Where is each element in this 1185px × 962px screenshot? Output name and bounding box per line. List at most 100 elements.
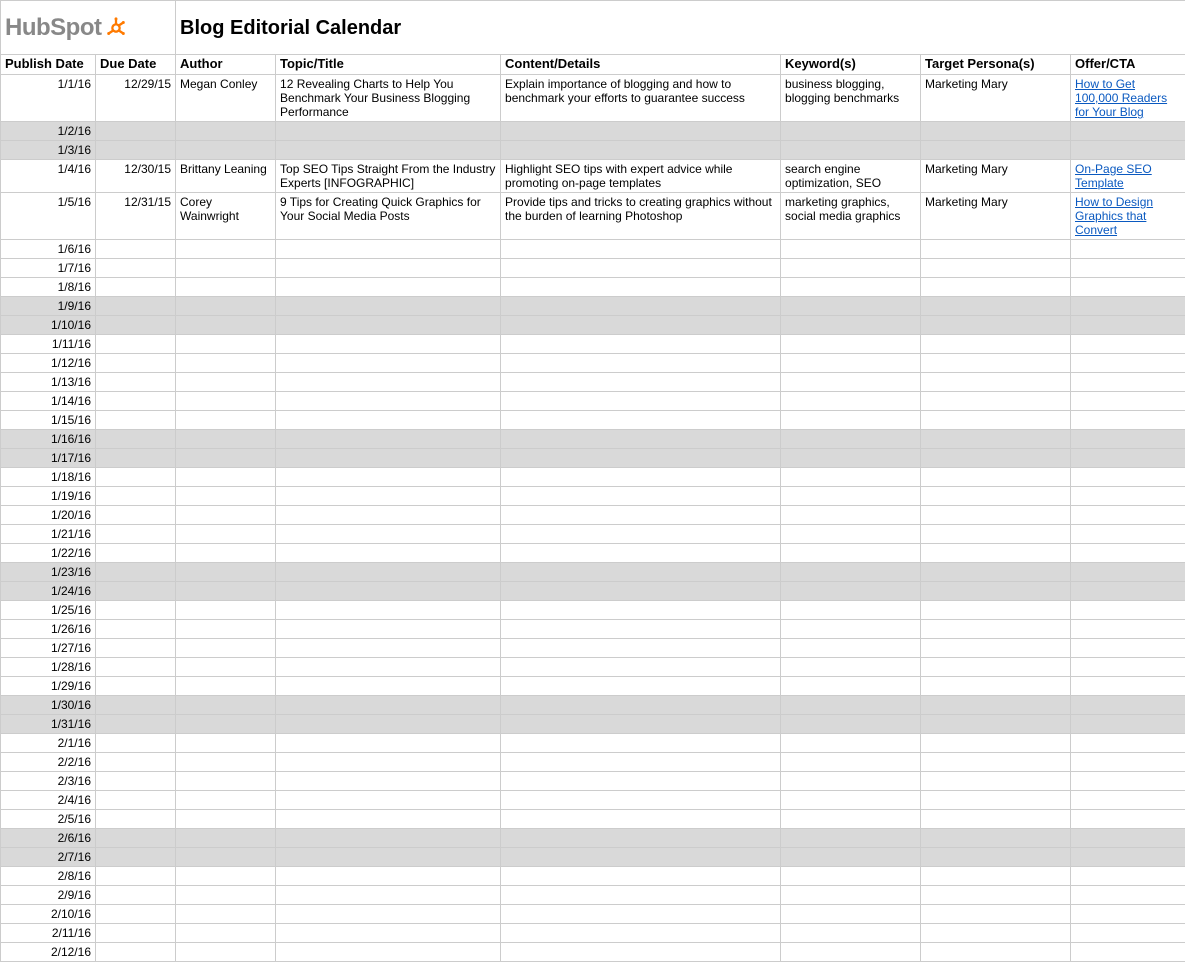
cell-content[interactable]	[501, 430, 781, 449]
col-header-due-date[interactable]: Due Date	[96, 55, 176, 75]
cell-due-date[interactable]	[96, 791, 176, 810]
cell-author[interactable]	[176, 240, 276, 259]
cell-cta[interactable]	[1071, 392, 1185, 411]
cell-author[interactable]: Corey Wainwright	[176, 193, 276, 240]
cell-keywords[interactable]	[781, 620, 921, 639]
cell-publish-date[interactable]: 2/9/16	[1, 886, 96, 905]
cell-cta[interactable]	[1071, 791, 1185, 810]
cell-topic[interactable]	[276, 563, 501, 582]
table-row[interactable]: 1/31/16	[1, 715, 1185, 734]
cell-topic[interactable]	[276, 658, 501, 677]
cell-cta[interactable]	[1071, 715, 1185, 734]
cell-keywords[interactable]	[781, 122, 921, 141]
cell-cta[interactable]	[1071, 696, 1185, 715]
cell-content[interactable]	[501, 392, 781, 411]
cell-publish-date[interactable]: 1/9/16	[1, 297, 96, 316]
cell-content[interactable]	[501, 943, 781, 962]
cell-due-date[interactable]	[96, 316, 176, 335]
table-row[interactable]: 1/18/16	[1, 468, 1185, 487]
cell-topic[interactable]	[276, 639, 501, 658]
cell-content[interactable]	[501, 829, 781, 848]
cell-due-date[interactable]	[96, 943, 176, 962]
cell-keywords[interactable]	[781, 240, 921, 259]
cell-due-date[interactable]	[96, 848, 176, 867]
cell-publish-date[interactable]: 2/12/16	[1, 943, 96, 962]
cell-content[interactable]: Provide tips and tricks to creating grap…	[501, 193, 781, 240]
cell-keywords[interactable]	[781, 487, 921, 506]
table-row[interactable]: 2/7/16	[1, 848, 1185, 867]
cell-publish-date[interactable]: 1/7/16	[1, 259, 96, 278]
cell-topic[interactable]	[276, 544, 501, 563]
cell-personas[interactable]	[921, 141, 1071, 160]
cell-author[interactable]	[176, 924, 276, 943]
cell-author[interactable]	[176, 373, 276, 392]
cell-due-date[interactable]	[96, 658, 176, 677]
cell-publish-date[interactable]: 1/12/16	[1, 354, 96, 373]
cell-personas[interactable]	[921, 259, 1071, 278]
cell-author[interactable]	[176, 468, 276, 487]
cell-author[interactable]	[176, 392, 276, 411]
cell-author[interactable]	[176, 639, 276, 658]
cell-topic[interactable]	[276, 829, 501, 848]
cell-due-date[interactable]	[96, 506, 176, 525]
cell-due-date[interactable]	[96, 905, 176, 924]
cell-keywords[interactable]	[781, 335, 921, 354]
cell-personas[interactable]: Marketing Mary	[921, 193, 1071, 240]
editorial-calendar-sheet[interactable]: HubSpot	[0, 0, 1185, 962]
cell-cta[interactable]	[1071, 810, 1185, 829]
cell-personas[interactable]	[921, 122, 1071, 141]
table-row[interactable]: 2/2/16	[1, 753, 1185, 772]
cell-due-date[interactable]	[96, 696, 176, 715]
table-row[interactable]: 2/11/16	[1, 924, 1185, 943]
cell-cta[interactable]	[1071, 430, 1185, 449]
cell-due-date[interactable]	[96, 122, 176, 141]
cell-personas[interactable]	[921, 810, 1071, 829]
cell-cta[interactable]	[1071, 525, 1185, 544]
cell-topic[interactable]	[276, 487, 501, 506]
cell-content[interactable]	[501, 487, 781, 506]
cell-personas[interactable]	[921, 506, 1071, 525]
cell-keywords[interactable]	[781, 582, 921, 601]
cell-cta[interactable]: How to Get 100,000 Readers for Your Blog	[1071, 75, 1185, 122]
cell-keywords[interactable]	[781, 658, 921, 677]
table-row[interactable]: 2/10/16	[1, 905, 1185, 924]
cell-keywords[interactable]	[781, 905, 921, 924]
cell-content[interactable]	[501, 734, 781, 753]
cell-author[interactable]	[176, 848, 276, 867]
cell-personas[interactable]	[921, 468, 1071, 487]
cell-cta[interactable]	[1071, 848, 1185, 867]
cell-author[interactable]	[176, 886, 276, 905]
cell-content[interactable]	[501, 905, 781, 924]
cell-publish-date[interactable]: 1/30/16	[1, 696, 96, 715]
cell-author[interactable]	[176, 829, 276, 848]
cell-personas[interactable]	[921, 411, 1071, 430]
cell-personas[interactable]	[921, 582, 1071, 601]
table-row[interactable]: 1/26/16	[1, 620, 1185, 639]
cell-due-date[interactable]	[96, 240, 176, 259]
cell-content[interactable]	[501, 772, 781, 791]
cell-cta[interactable]	[1071, 335, 1185, 354]
cell-keywords[interactable]	[781, 943, 921, 962]
cell-cta[interactable]	[1071, 658, 1185, 677]
cell-author[interactable]	[176, 449, 276, 468]
cell-topic[interactable]	[276, 373, 501, 392]
cell-keywords[interactable]	[781, 810, 921, 829]
cell-publish-date[interactable]: 2/8/16	[1, 867, 96, 886]
table-row[interactable]: 2/5/16	[1, 810, 1185, 829]
cell-personas[interactable]	[921, 525, 1071, 544]
cell-content[interactable]	[501, 924, 781, 943]
cell-author[interactable]	[176, 696, 276, 715]
cell-keywords[interactable]	[781, 354, 921, 373]
cell-cta[interactable]	[1071, 601, 1185, 620]
cell-due-date[interactable]	[96, 335, 176, 354]
cell-topic[interactable]	[276, 354, 501, 373]
cell-publish-date[interactable]: 1/6/16	[1, 240, 96, 259]
cell-publish-date[interactable]: 2/11/16	[1, 924, 96, 943]
cell-author[interactable]	[176, 810, 276, 829]
cell-personas[interactable]	[921, 449, 1071, 468]
cell-keywords[interactable]	[781, 506, 921, 525]
table-row[interactable]: 1/30/16	[1, 696, 1185, 715]
cell-topic[interactable]	[276, 753, 501, 772]
cell-topic[interactable]	[276, 848, 501, 867]
cell-keywords[interactable]	[781, 924, 921, 943]
